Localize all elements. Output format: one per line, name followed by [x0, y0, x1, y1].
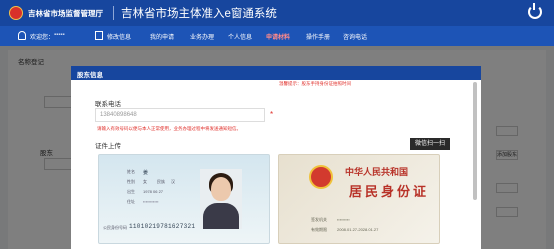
welcome-text: 欢迎您：: [30, 35, 55, 41]
nav-application-materials[interactable]: 申请材料: [266, 32, 290, 41]
notice-text: 温馨提示：股东手持身份证拍照时间: [279, 81, 351, 86]
modify-info-link[interactable]: 修改信息: [107, 32, 131, 41]
header-divider: [113, 6, 114, 20]
authority-label: 签发机关: [311, 217, 327, 222]
username-masked: ▪▪▪▪▪: [54, 32, 65, 38]
address-label: 住址: [127, 199, 135, 204]
required-mark: *: [270, 110, 274, 119]
name-value: 姜: [143, 170, 149, 176]
modal-title: 股东信息: [71, 66, 481, 80]
address-value: ▪▪▪▪▪▪▪▪▪▪▪: [143, 199, 159, 204]
validity-value: 2008.01.27-2028.01.27: [337, 227, 379, 232]
birth-value: 1978 06 27: [143, 189, 164, 194]
phone-warning: 请输入有效号码以便与本人正常使用，业务办理过程中将发送通知短信。: [97, 126, 241, 131]
name-label: 姓名: [127, 169, 135, 174]
phone-label: 联系电话: [95, 101, 121, 108]
ethnicity-label: 民族: [157, 179, 165, 184]
scrollbar[interactable]: [473, 82, 477, 200]
face-shape: [211, 177, 231, 201]
emblem-logo-icon: [9, 6, 23, 20]
edit-profile-icon: [95, 31, 103, 40]
power-icon[interactable]: [528, 3, 542, 19]
validity-label: 有效期限: [311, 227, 327, 232]
nav-business[interactable]: 业务办理: [190, 32, 214, 41]
id-card-front-image[interactable]: 姓名 姜 性别 女 民族 汉 出生 1978 06 27 住址 ▪▪▪▪▪▪▪▪…: [98, 154, 270, 244]
national-emblem-icon: [309, 165, 333, 189]
system-title: 吉林省市场主体准入e窗通系统: [121, 8, 277, 20]
org-name: 吉林省市场监督管理厅: [28, 9, 103, 18]
id-number-label: 公民身份号码: [103, 225, 127, 230]
wechat-scan-button[interactable]: 微信扫一扫: [410, 138, 450, 150]
gender-label: 性别: [127, 179, 135, 184]
nav-consult-phone[interactable]: 咨询电话: [343, 32, 367, 41]
app-header: 吉林省市场监督管理厅 吉林省市场主体准入e窗通系统: [0, 0, 554, 26]
id-number: 11010219781627321: [129, 223, 196, 230]
id-card-title: 居民身份证: [349, 184, 430, 199]
portrait-photo: [200, 169, 242, 229]
shareholder-modal: 股东信息 温馨提示：股东手持身份证拍照时间 联系电话 13840898648 *…: [71, 66, 481, 249]
nav-personal-info[interactable]: 个人信息: [228, 32, 252, 41]
nav-bar: 欢迎您： ▪▪▪▪▪ 修改信息 我的申请 业务办理 个人信息 申请材料 操作手册…: [0, 26, 554, 46]
country-name: 中华人民共和国: [345, 167, 409, 177]
birth-label: 出生: [127, 189, 135, 194]
body-shape: [203, 203, 239, 229]
id-card-back-image[interactable]: 中华人民共和国 居民身份证 签发机关 ▪▪▪▪▪▪▪▪▪ 有效期限 2008.0…: [278, 154, 440, 244]
phone-input[interactable]: 13840898648: [95, 108, 265, 122]
gender-value: 女: [143, 179, 147, 184]
id-upload-label: 证件上传: [95, 143, 121, 150]
nav-manual[interactable]: 操作手册: [306, 32, 330, 41]
ethnicity-value: 汉: [171, 179, 175, 184]
authority-value: ▪▪▪▪▪▪▪▪▪: [337, 217, 350, 222]
nav-my-applications[interactable]: 我的申请: [150, 32, 174, 41]
user-icon: [18, 31, 26, 40]
